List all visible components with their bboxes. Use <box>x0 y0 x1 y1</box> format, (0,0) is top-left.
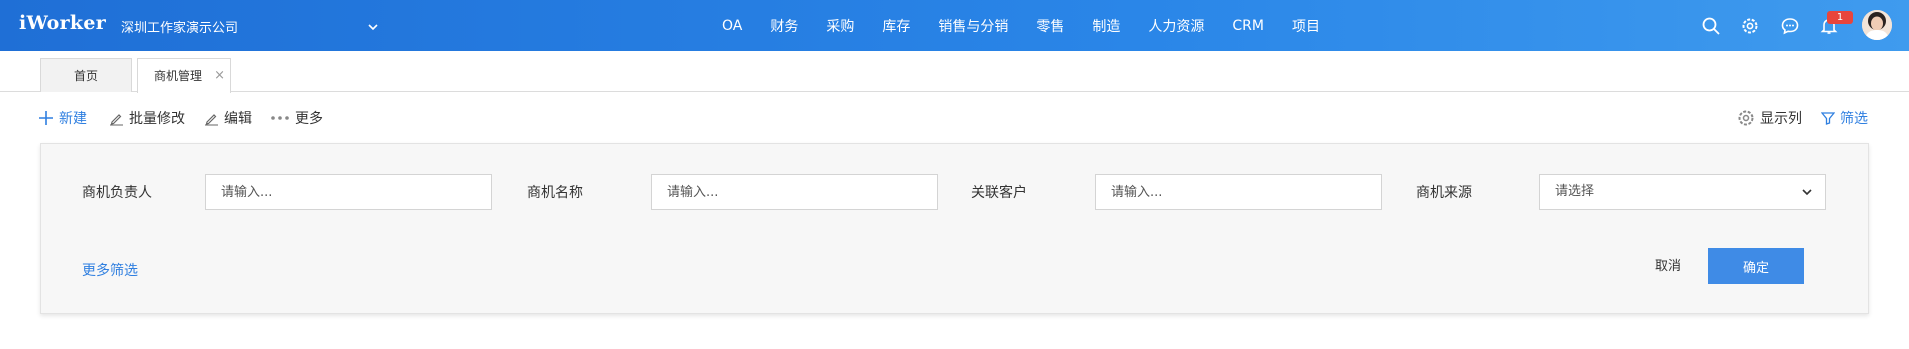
gear-icon <box>1738 110 1754 126</box>
more-label: 更多 <box>295 111 323 127</box>
nav-item-manufacturing[interactable]: 制造 <box>1092 16 1120 36</box>
nav-item-crm[interactable]: CRM <box>1232 18 1264 34</box>
customer-label: 关联客户 <box>971 185 1027 201</box>
user-avatar-icon <box>1862 10 1892 40</box>
more-filters-link[interactable]: 更多筛选 <box>82 260 138 280</box>
cancel-button[interactable]: 取消 <box>1638 250 1698 284</box>
action-toolbar: 新建 批量修改 编辑 更多 显示列 筛选 <box>0 100 1909 134</box>
app-logo[interactable]: iWorker <box>19 12 106 34</box>
nav-item-sales[interactable]: 销售与分销 <box>938 16 1008 36</box>
customer-input[interactable] <box>1095 174 1382 210</box>
display-columns-label: 显示列 <box>1760 111 1802 127</box>
ellipsis-icon <box>271 116 289 120</box>
nav-item-retail[interactable]: 零售 <box>1036 16 1064 36</box>
nav-item-finance[interactable]: 财务 <box>770 16 798 36</box>
new-label: 新建 <box>59 111 87 127</box>
plus-icon <box>39 111 53 125</box>
tab-home[interactable]: 首页 <box>40 58 132 92</box>
opportunity-name-input[interactable] <box>651 174 938 210</box>
chat-icon[interactable] <box>1780 16 1800 36</box>
edit-label: 编辑 <box>224 111 252 127</box>
notification-badge: 1 <box>1827 11 1853 24</box>
edit-button[interactable]: 编辑 <box>204 108 252 128</box>
tab-opportunity-management[interactable]: 商机管理 × <box>137 58 231 93</box>
batch-edit-label: 批量修改 <box>129 111 185 127</box>
tab-label: 商机管理 <box>154 69 203 83</box>
tab-bar: 首页 商机管理 × <box>0 51 1909 93</box>
funnel-icon <box>1821 112 1835 125</box>
search-icon[interactable] <box>1701 16 1721 36</box>
main-nav: OA 财务 采购 库存 销售与分销 零售 制造 人力资源 CRM 项目 <box>722 0 1320 51</box>
company-name[interactable]: 深圳工作家演示公司 <box>121 17 238 36</box>
opportunity-name-label: 商机名称 <box>527 185 583 201</box>
new-button[interactable]: 新建 <box>38 108 87 128</box>
nav-item-inventory[interactable]: 库存 <box>882 16 910 36</box>
source-select[interactable]: 请选择 <box>1539 174 1826 210</box>
chevron-down-icon[interactable] <box>366 20 380 34</box>
nav-item-hr[interactable]: 人力资源 <box>1148 16 1204 36</box>
top-header: iWorker 深圳工作家演示公司 OA 财务 采购 库存 销售与分销 零售 制… <box>0 0 1909 51</box>
filter-button[interactable]: 筛选 <box>1821 108 1868 128</box>
avatar[interactable] <box>1862 10 1892 40</box>
display-columns-button[interactable]: 显示列 <box>1737 108 1802 128</box>
filter-panel: 商机负责人 商机名称 关联客户 商机来源 请选择 更多筛选 取消 确定 <box>40 143 1869 314</box>
nav-item-purchase[interactable]: 采购 <box>826 16 854 36</box>
more-button[interactable]: 更多 <box>270 108 323 128</box>
filter-label: 筛选 <box>1840 111 1868 127</box>
nav-item-project[interactable]: 项目 <box>1292 16 1320 36</box>
nav-item-oa[interactable]: OA <box>722 18 742 34</box>
owner-input[interactable] <box>205 174 492 210</box>
source-label: 商机来源 <box>1416 185 1472 201</box>
owner-label: 商机负责人 <box>82 185 152 201</box>
gear-icon[interactable] <box>1740 16 1760 36</box>
chevron-down-icon <box>1802 189 1812 196</box>
source-select-value: 请选择 <box>1555 184 1595 199</box>
batch-edit-button[interactable]: 批量修改 <box>109 108 185 128</box>
close-icon[interactable]: × <box>214 59 225 93</box>
pencil-icon <box>205 113 218 125</box>
pencil-icon <box>110 113 123 125</box>
confirm-button[interactable]: 确定 <box>1708 248 1804 284</box>
